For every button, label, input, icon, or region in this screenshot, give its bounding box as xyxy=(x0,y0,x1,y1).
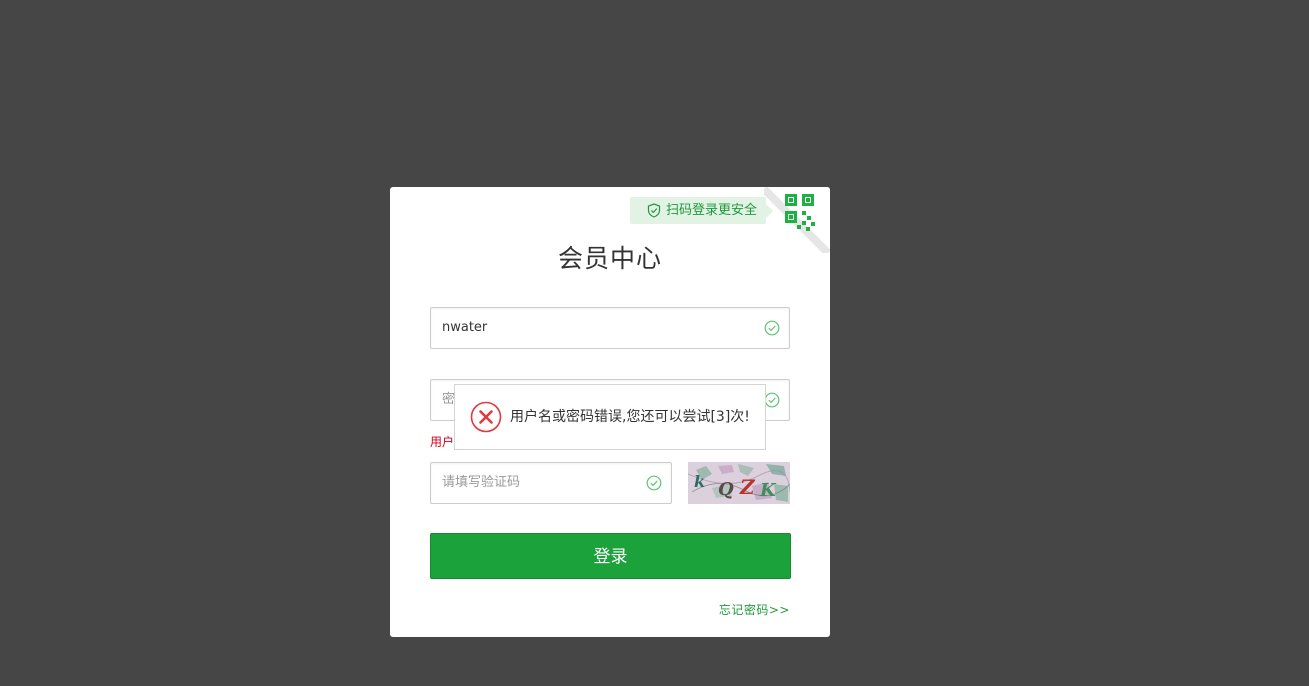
check-circle-icon xyxy=(764,320,780,336)
shield-check-icon xyxy=(647,203,661,218)
login-button[interactable]: 登录 xyxy=(430,533,791,579)
captcha-placeholder: 请填写验证码 xyxy=(442,475,521,490)
error-popup-message: 用户名或密码错误,您还可以尝试[3]次! xyxy=(510,409,750,425)
username-value: nwater xyxy=(442,320,488,335)
page-title: 会员中心 xyxy=(557,244,662,273)
captcha-image[interactable]: k Q Z K xyxy=(688,462,790,504)
captcha-graphic: k Q Z K xyxy=(688,462,790,504)
check-circle-icon xyxy=(646,475,662,491)
error-popup: 用户名或密码错误,您还可以尝试[3]次! xyxy=(454,384,766,450)
qr-tip-label: 扫码登录更安全 xyxy=(666,203,758,218)
svg-text:k: k xyxy=(694,472,705,491)
qr-login-tip[interactable]: 扫码登录更安全 xyxy=(630,197,773,224)
svg-text:K: K xyxy=(759,480,777,501)
svg-text:Q: Q xyxy=(718,479,734,500)
forgot-password-link[interactable]: 忘记密码>> xyxy=(719,601,790,618)
svg-text:Z: Z xyxy=(739,475,756,499)
error-circle-icon xyxy=(470,401,502,433)
check-circle-icon xyxy=(764,392,780,408)
captcha-input[interactable]: 请填写验证码 xyxy=(430,462,672,504)
username-input[interactable]: nwater xyxy=(430,307,790,349)
